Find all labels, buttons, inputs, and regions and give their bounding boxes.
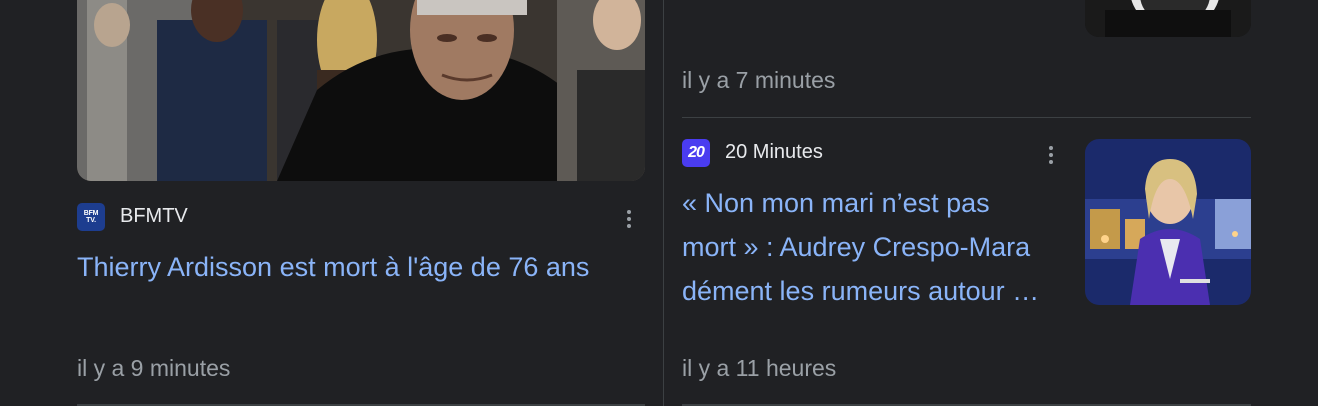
news-results-panel: BFM TV. BFMTV Thierry Ardisson est mort … <box>0 0 1318 406</box>
source-name-20-minutes: 20 Minutes <box>725 141 823 163</box>
article-thumbnail-audrey-crespo-mara[interactable] <box>1085 139 1251 305</box>
headline-link-thierry-ardisson[interactable]: Thierry Ardisson est mort à l'âge de 76 … <box>77 245 637 289</box>
article-image-thierry-ardisson[interactable] <box>77 0 645 181</box>
column-divider <box>663 0 664 406</box>
headline-line: « Non mon mari n’est pas <box>682 188 990 218</box>
headline-link-audrey-crespo-mara[interactable]: « Non mon mari n’est pas mort » : Audrey… <box>682 181 1072 313</box>
timestamp: il y a 9 minutes <box>77 355 231 381</box>
bfmtv-logo-icon: BFM TV. <box>77 203 105 231</box>
more-vert-icon[interactable] <box>619 205 639 233</box>
timestamp: il y a 7 minutes <box>682 67 836 93</box>
timestamp: il y a 11 heures <box>682 355 837 381</box>
divider <box>682 117 1251 118</box>
source-name-bfmtv: BFMTV <box>120 205 188 227</box>
20-minutes-logo-icon: 20 <box>682 139 710 167</box>
headline-line: dément les rumeurs autour … <box>682 276 1040 306</box>
more-vert-icon[interactable] <box>1041 141 1061 169</box>
headline-line: mort » : Audrey Crespo-Mara <box>682 232 1031 262</box>
article-thumbnail-previous[interactable] <box>1085 0 1251 37</box>
